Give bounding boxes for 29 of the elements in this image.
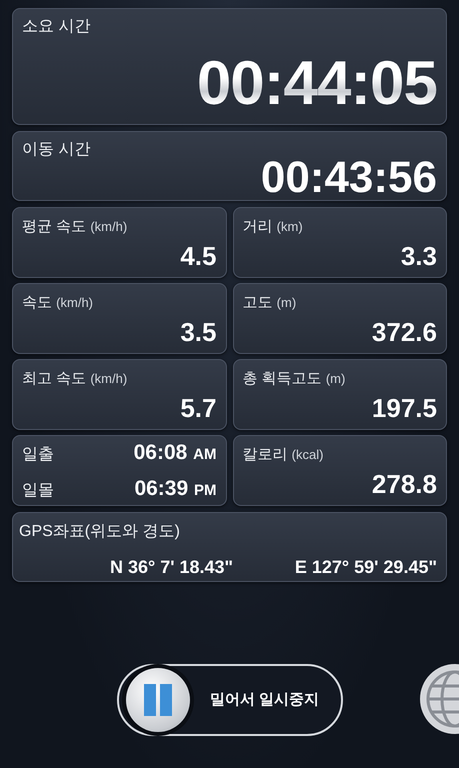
pause-knob[interactable] xyxy=(126,668,190,732)
stat-label: 거리 (km) xyxy=(242,217,304,237)
stat-label: 고도 (m) xyxy=(242,293,298,313)
stat-label: 평균 속도 (km/h) xyxy=(22,217,128,237)
stat-value: 3.3 xyxy=(400,242,437,268)
stat-label: 총 획득고도 (m) xyxy=(242,369,346,389)
stat-value: 5.7 xyxy=(180,394,216,420)
globe-icon[interactable] xyxy=(418,662,459,736)
stat-label: 최고 속도 (km/h) xyxy=(22,369,128,389)
stat-value: 372.6 xyxy=(372,318,437,344)
sun-label: 일출 xyxy=(22,445,54,465)
latitude: N 36° 7' 18.43" xyxy=(110,556,234,579)
moving-time: 00:43:56 xyxy=(260,156,437,200)
slide-to-pause-control[interactable]: 밀어서 일시중지 xyxy=(117,664,343,736)
panel-label: 이동 시간 xyxy=(22,140,92,160)
stat-value: 197.5 xyxy=(372,394,437,420)
stat-value: 3.5 xyxy=(180,318,216,344)
longitude: E 127° 59' 29.45" xyxy=(294,556,437,579)
slider-label: 밀어서 일시중지 xyxy=(210,690,320,710)
sun-time: 06:39 PM xyxy=(134,476,216,502)
pause-icon xyxy=(143,683,173,717)
panel-label: GPS좌표(위도와 경도) xyxy=(19,522,181,542)
sun-label: 일몰 xyxy=(22,480,54,500)
stat-label: 칼로리 (kcal) xyxy=(242,445,324,465)
stat-label: 속도 (km/h) xyxy=(22,293,94,313)
panel-label: 소요 시간 xyxy=(22,17,92,37)
sun-time: 06:08 AM xyxy=(134,440,216,466)
stat-value: 4.5 xyxy=(180,242,216,268)
stat-value: 278.8 xyxy=(372,470,437,496)
